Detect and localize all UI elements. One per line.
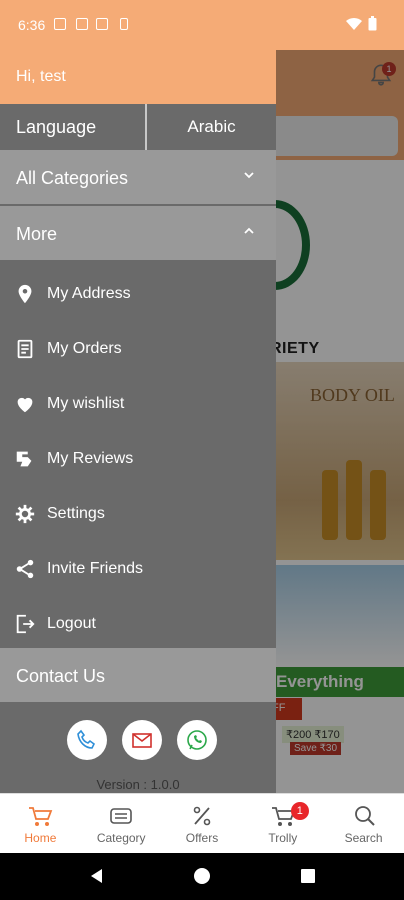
share-icon — [16, 559, 34, 579]
menu-item-label: Settings — [47, 505, 105, 522]
notification-icon — [120, 18, 128, 30]
back-icon[interactable] — [88, 867, 106, 885]
greeting-text: Hi, test — [16, 68, 66, 85]
contact-us-section[interactable]: Contact Us — [0, 648, 276, 702]
menu-item-settings[interactable]: Settings — [0, 486, 276, 541]
percent-icon — [193, 806, 211, 826]
all-categories-label: All Categories — [16, 168, 129, 188]
nav-home[interactable]: Home — [0, 794, 81, 853]
bottom-nav: Home Category Offers 1 Trolly Search — [0, 793, 404, 853]
nav-home-label: Home — [24, 831, 57, 845]
menu-item-my-orders[interactable]: My Orders — [0, 321, 276, 376]
search-icon — [354, 806, 375, 826]
menu-item-invite-friends[interactable]: Invite Friends — [0, 541, 276, 596]
menu-item-my-address[interactable]: My Address — [0, 266, 276, 321]
nav-category-label: Category — [96, 831, 146, 845]
nav-offers-label: Offers — [185, 831, 219, 845]
menu-item-label: My Address — [47, 285, 131, 302]
battery-icon — [368, 16, 377, 31]
menu-item-my-wishlist[interactable]: My wishlist — [0, 376, 276, 431]
recents-icon[interactable] — [300, 868, 316, 884]
wifi-icon — [346, 17, 362, 30]
home-cart-icon — [29, 807, 53, 826]
language-switch-button[interactable]: Arabic — [147, 104, 276, 150]
whatsapp-button[interactable] — [177, 720, 217, 760]
location-pin-icon — [18, 284, 32, 304]
home-icon[interactable] — [193, 867, 211, 885]
reviews-icon — [16, 451, 32, 467]
gear-icon — [15, 504, 35, 524]
nav-trolly-label: Trolly — [268, 831, 298, 845]
orders-list-icon — [17, 339, 33, 359]
notification-icon — [96, 18, 108, 30]
email-button[interactable] — [122, 720, 162, 760]
chevron-down-icon — [244, 172, 254, 179]
nav-search[interactable]: Search — [323, 794, 404, 853]
notification-icon — [76, 18, 88, 30]
logout-icon — [16, 614, 35, 634]
contact-us-label: Contact Us — [16, 666, 106, 686]
status-time: 6:36 — [18, 17, 46, 33]
nav-offers[interactable]: Offers — [162, 794, 243, 853]
phone-icon — [77, 729, 96, 749]
whatsapp-icon — [187, 730, 207, 750]
nav-search-label: Search — [344, 831, 383, 845]
nav-trolly[interactable]: 1 Trolly — [242, 794, 323, 853]
navigation-drawer: Hi, test Language Arabic All Categories … — [0, 50, 276, 793]
language-row: Language Arabic — [0, 104, 276, 150]
menu-item-label: Logout — [47, 615, 96, 632]
all-categories-section[interactable]: All Categories — [0, 150, 276, 204]
menu-item-my-reviews[interactable]: My Reviews — [0, 431, 276, 486]
app-version: Version : 1.0.0 — [96, 777, 180, 792]
heart-icon — [17, 397, 33, 413]
menu-item-label: My Reviews — [47, 450, 134, 467]
greeting-header: Hi, test — [0, 50, 276, 104]
mail-icon — [132, 733, 152, 748]
phone-button[interactable] — [67, 720, 107, 760]
cart-count-badge: 1 — [290, 802, 309, 820]
menu-item-label: My Orders — [47, 340, 122, 357]
menu-item-label: Invite Friends — [47, 560, 144, 577]
category-icon — [110, 808, 132, 824]
menu-item-label: My wishlist — [47, 395, 125, 412]
status-bar: 6:36 — [0, 0, 404, 50]
system-nav-bar — [0, 853, 404, 900]
menu-item-logout[interactable]: Logout — [0, 596, 276, 651]
more-label: More — [16, 224, 58, 244]
more-section[interactable]: More — [0, 206, 276, 260]
notification-icon — [54, 18, 66, 30]
language-label: Language — [0, 104, 147, 150]
nav-category[interactable]: Category — [81, 794, 162, 853]
chevron-up-icon — [244, 227, 254, 234]
